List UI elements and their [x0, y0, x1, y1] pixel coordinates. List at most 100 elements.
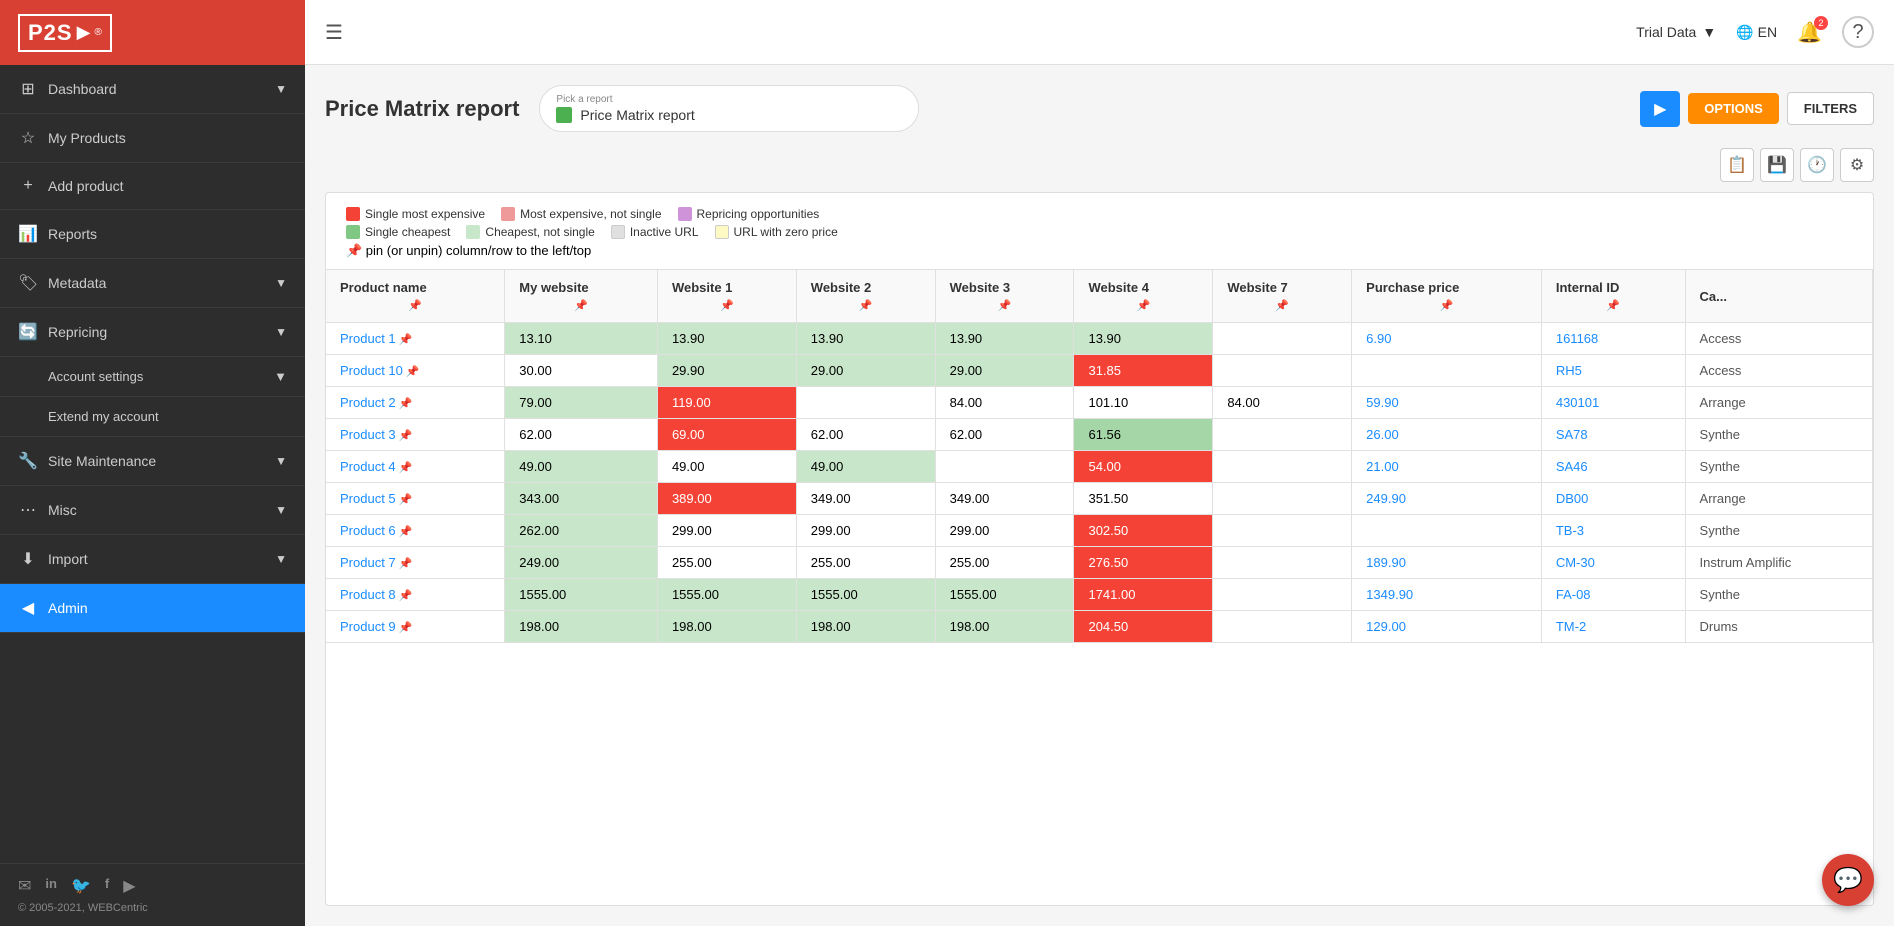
lang-label: EN [1758, 24, 1777, 40]
chat-button[interactable]: 💬 [1822, 854, 1874, 906]
copyright-text: © 2005-2021, WEBCentric [18, 902, 287, 914]
col-header-website-2: Website 2 📌 [796, 270, 935, 323]
help-button[interactable]: ? [1842, 16, 1874, 48]
pin-icon[interactable]: 📌 [396, 462, 413, 474]
table-cell: 430101 [1541, 387, 1685, 419]
legend-url-zero-price: URL with zero price [715, 225, 838, 239]
table-cell: 30.00 [505, 355, 658, 387]
sidebar-item-repricing[interactable]: 🔄 Repricing ▼ [0, 308, 305, 357]
product-name-cell: Product 7 📌 [326, 547, 505, 579]
pin-icon[interactable]: 📌 [396, 398, 413, 410]
filters-button[interactable]: FILTERS [1787, 92, 1874, 125]
sidebar-footer: ✉ in 🐦 f ▶ © 2005-2021, WEBCentric [0, 863, 305, 926]
table-cell: 349.00 [796, 483, 935, 515]
table-cell: Synthe [1685, 515, 1872, 547]
table-cell: CM-30 [1541, 547, 1685, 579]
table-cell: 276.50 [1074, 547, 1213, 579]
product-name-cell: Product 5 📌 [326, 483, 505, 515]
facebook-icon[interactable]: f [105, 876, 109, 896]
table-cell: Arrange [1685, 387, 1872, 419]
table-cell: 1349.90 [1352, 579, 1542, 611]
color-swatch [611, 225, 625, 239]
add-product-icon: + [18, 177, 38, 195]
sidebar: P2S ▶ ® ⊞ Dashboard ▼ ☆ My Products + Ad… [0, 0, 305, 926]
settings-button[interactable]: ⚙ [1840, 148, 1874, 182]
pin-icon[interactable]: 📌 [950, 299, 1060, 312]
save-button[interactable]: 💾 [1760, 148, 1794, 182]
sidebar-item-my-products[interactable]: ☆ My Products [0, 114, 305, 163]
schedule-button[interactable]: 🕐 [1800, 148, 1834, 182]
report-picker[interactable]: Pick a report Price Matrix report [539, 85, 919, 132]
toolbar-icons: 📋 💾 🕐 ⚙ [325, 148, 1874, 182]
table-cell: 189.90 [1352, 547, 1542, 579]
pin-icon[interactable]: 📌 [396, 526, 413, 538]
sidebar-item-reports[interactable]: 📊 Reports [0, 210, 305, 259]
sidebar-item-misc[interactable]: ⋯ Misc ▼ [0, 486, 305, 535]
sidebar-item-account-settings[interactable]: Account settings ▼ [0, 357, 305, 397]
table-cell: 351.50 [1074, 483, 1213, 515]
table-cell: 13.10 [505, 323, 658, 355]
twitter-icon[interactable]: 🐦 [71, 876, 91, 896]
table-cell: Arrange [1685, 483, 1872, 515]
pin-icon[interactable]: 📌 [396, 590, 413, 602]
sidebar-item-dashboard[interactable]: ⊞ Dashboard ▼ [0, 65, 305, 114]
table-row: Product 8 📌1555.001555.001555.001555.001… [326, 579, 1873, 611]
pin-icon[interactable]: 📌 [396, 430, 413, 442]
table-cell: 79.00 [505, 387, 658, 419]
table-cell: 255.00 [796, 547, 935, 579]
pin-icon[interactable]: 📌 [396, 334, 413, 346]
chevron-down-icon: ▼ [1702, 24, 1716, 40]
sidebar-item-label: Dashboard [48, 81, 117, 97]
table-cell: RH5 [1541, 355, 1685, 387]
data-table-container[interactable]: Product name 📌 My website 📌 Website 1 📌 [326, 269, 1873, 905]
misc-icon: ⋯ [18, 500, 38, 520]
email-icon[interactable]: ✉ [18, 876, 31, 896]
sidebar-item-import[interactable]: ⬇ Import ▼ [0, 535, 305, 584]
pin-icon[interactable]: 📌 [396, 558, 413, 570]
language-selector[interactable]: 🌐 EN [1736, 24, 1777, 41]
table-row: Product 9 📌198.00198.00198.00198.00204.5… [326, 611, 1873, 643]
table-cell: 13.90 [796, 323, 935, 355]
pin-icon[interactable]: 📌 [340, 299, 490, 312]
product-name-cell: Product 2 📌 [326, 387, 505, 419]
logo-text: P2S [28, 20, 73, 46]
table-cell: 255.00 [657, 547, 796, 579]
product-name-cell: Product 1 📌 [326, 323, 505, 355]
pin-icon[interactable]: 📌 [1556, 299, 1671, 312]
sidebar-item-extend-account[interactable]: Extend my account [0, 397, 305, 437]
trial-data-selector[interactable]: Trial Data ▼ [1636, 24, 1716, 40]
pin-icon[interactable]: 📌 [672, 299, 782, 312]
sidebar-item-add-product[interactable]: + Add product [0, 163, 305, 210]
hamburger-menu[interactable]: ☰ [325, 20, 343, 45]
pin-icon[interactable]: 📌 [519, 299, 643, 312]
sidebar-item-admin[interactable]: ◀ Admin [0, 584, 305, 633]
legend: Single most expensive Most expensive, no… [326, 193, 1873, 269]
linkedin-icon[interactable]: in [45, 876, 57, 896]
options-button[interactable]: OPTIONS [1688, 93, 1779, 124]
logo-arrow: ▶ [77, 22, 91, 43]
pin-icon[interactable]: 📌 [1088, 299, 1198, 312]
col-header-my-website: My website 📌 [505, 270, 658, 323]
pin-icon[interactable]: 📌 [396, 622, 413, 634]
pin-icon[interactable]: 📌 [403, 366, 420, 378]
sidebar-item-site-maintenance[interactable]: 🔧 Site Maintenance ▼ [0, 437, 305, 486]
export-excel-button[interactable]: 📋 [1720, 148, 1754, 182]
table-cell: 349.00 [935, 483, 1074, 515]
table-row: Product 1 📌13.1013.9013.9013.9013.906.90… [326, 323, 1873, 355]
pin-icon[interactable]: 📌 [396, 494, 413, 506]
table-cell: 1555.00 [657, 579, 796, 611]
report-header: Price Matrix report Pick a report Price … [325, 85, 1874, 132]
pin-icon[interactable]: 📌 [811, 299, 921, 312]
play-button[interactable]: ▶ [1640, 91, 1680, 127]
sidebar-item-metadata[interactable]: 🏷 Metadata ▼ [0, 259, 305, 308]
youtube-icon[interactable]: ▶ [123, 876, 135, 896]
pin-icon[interactable]: 📌 [1366, 299, 1527, 312]
sidebar-item-label: Extend my account [48, 409, 159, 424]
table-cell: 198.00 [657, 611, 796, 643]
color-swatch [346, 225, 360, 239]
table-cell [1213, 611, 1352, 643]
pin-icon[interactable]: 📌 [1227, 299, 1337, 312]
table-cell: 62.00 [796, 419, 935, 451]
notification-button[interactable]: 🔔 2 [1797, 20, 1822, 45]
table-cell: TM-2 [1541, 611, 1685, 643]
